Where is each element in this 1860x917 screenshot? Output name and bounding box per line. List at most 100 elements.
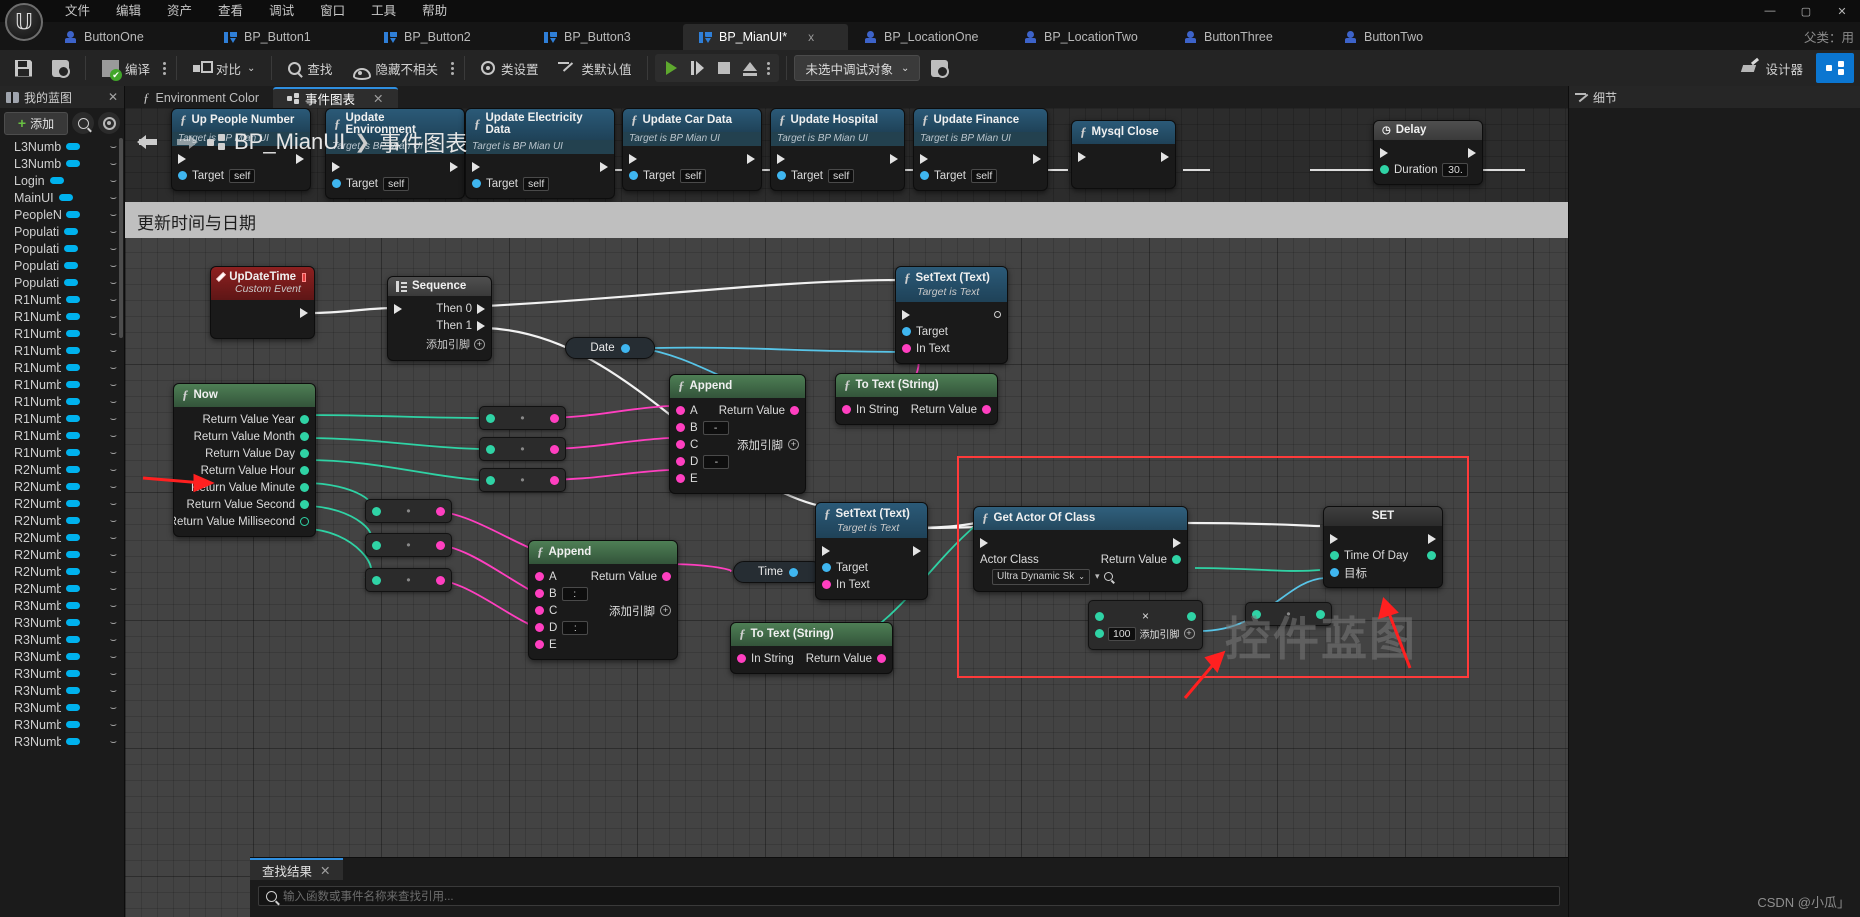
eye-closed-icon[interactable]: ⌣ <box>110 566 117 577</box>
eye-closed-icon[interactable]: ⌣ <box>110 515 117 526</box>
variable-row[interactable]: R2Numb ⌣ <box>0 580 124 597</box>
close-icon[interactable]: ✕ <box>373 91 383 106</box>
pin-exec-in[interactable] <box>326 158 464 175</box>
graph-tab-event-graph[interactable]: 事件图表 ✕ <box>273 87 398 108</box>
node-update-electricity-data[interactable]: ƒ Update Electricity Data Target is BP M… <box>465 108 615 199</box>
asset-tab-buttontwo[interactable]: ButtonTwo <box>1328 24 1488 50</box>
variable-list[interactable]: L3Numb ⌣ L3Numb ⌣ Login ⌣ MainUI ⌣ PeopleN ⌣ Popul… <box>0 138 124 917</box>
pin-target[interactable]: Target self <box>771 167 904 184</box>
eye-closed-icon[interactable]: ⌣ <box>110 668 117 679</box>
pin-dot[interactable] <box>300 466 309 475</box>
variable-row[interactable]: R2Numb ⌣ <box>0 529 124 546</box>
eye-closed-icon[interactable]: ⌣ <box>110 583 117 594</box>
compile-options-icon[interactable] <box>163 59 167 77</box>
breadcrumb-root[interactable]: BP_MianUI <box>234 129 345 155</box>
node-converter-5[interactable]: • <box>365 533 452 557</box>
diff-button[interactable]: 对比 ⌄ <box>184 53 264 83</box>
pin-e[interactable]: E <box>529 636 677 653</box>
play-options-icon[interactable] <box>767 59 771 77</box>
pin-exec-out[interactable] <box>211 304 314 321</box>
eye-closed-icon[interactable]: ⌣ <box>110 158 117 169</box>
eye-closed-icon[interactable]: ⌣ <box>110 226 117 237</box>
variable-row[interactable]: R3Numb ⌣ <box>0 665 124 682</box>
variable-row[interactable]: Populati ⌣ <box>0 223 124 240</box>
breadcrumb-leaf[interactable]: 事件图表 <box>379 126 467 158</box>
variable-row[interactable]: L3Numb ⌣ <box>0 155 124 172</box>
pin-out[interactable] <box>549 475 559 485</box>
plus-icon[interactable]: + <box>788 439 799 450</box>
pin-output[interactable]: Return Value Month <box>174 428 315 445</box>
node-settext-top[interactable]: ƒ SetText (Text) Target is Text Target I… <box>895 266 1008 364</box>
node-mysql-close[interactable]: ƒ Mysql Close <box>1071 120 1176 189</box>
eye-closed-icon[interactable]: ⌣ <box>110 702 117 713</box>
pin-in[interactable] <box>372 540 381 550</box>
pin-then1[interactable]: Then 1 <box>388 317 491 334</box>
eye-closed-icon[interactable]: ⌣ <box>110 345 117 356</box>
variable-row[interactable]: R1Numb ⌣ <box>0 342 124 359</box>
close-icon[interactable]: x <box>808 30 814 44</box>
eye-closed-icon[interactable]: ⌣ <box>110 549 117 560</box>
close-icon[interactable]: ✕ <box>320 863 330 878</box>
pin-dot[interactable] <box>300 415 309 424</box>
variable-row[interactable]: R2Numb ⌣ <box>0 563 124 580</box>
target-value[interactable]: self <box>679 168 707 183</box>
target-value[interactable]: self <box>228 168 256 183</box>
eye-closed-icon[interactable]: ⌣ <box>110 617 117 628</box>
pin-output[interactable]: Return Value Year <box>174 411 315 428</box>
hide-unrelated-button[interactable]: 隐藏不相关 <box>343 53 447 83</box>
eye-closed-icon[interactable]: ⌣ <box>110 141 117 152</box>
pin-out[interactable] <box>549 444 559 454</box>
node-update-finance[interactable]: ƒ Update Finance Target is BP Mian UI Ta… <box>913 108 1048 191</box>
pin-in[interactable] <box>372 575 381 585</box>
pin-exec-in[interactable] <box>466 158 614 175</box>
pin-dot[interactable] <box>300 449 309 458</box>
pin-out[interactable] <box>435 575 445 585</box>
variable-row[interactable]: R1Numb ⌣ <box>0 427 124 444</box>
pin-out[interactable] <box>549 413 559 423</box>
node-to-text-bottom[interactable]: ƒ To Text (String) In String Return Valu… <box>730 622 893 674</box>
pin-exec-in[interactable] <box>914 150 1047 167</box>
menu-tools[interactable]: 工具 <box>358 0 409 22</box>
add-pin-label[interactable]: 添加引脚 <box>609 603 655 619</box>
asset-tab-bp-button2[interactable]: BP_Button2 <box>368 24 528 50</box>
menu-debug[interactable]: 调试 <box>256 0 307 22</box>
eye-closed-icon[interactable]: ⌣ <box>110 430 117 441</box>
eye-closed-icon[interactable]: ⌣ <box>110 294 117 305</box>
node-sequence[interactable]: Sequence Then 0 Then 1 添加引脚 + <box>387 276 492 361</box>
close-button[interactable]: ✕ <box>1824 0 1860 22</box>
class-defaults-button[interactable]: 类默认值 <box>549 53 640 83</box>
pin-b[interactable]: B - <box>670 419 805 436</box>
pin-out[interactable] <box>435 540 445 550</box>
eye-closed-icon[interactable]: ⌣ <box>110 192 117 203</box>
menu-file[interactable]: 文件 <box>52 0 103 22</box>
pin-c[interactable]: C 添加引脚 + <box>529 602 677 619</box>
eye-closed-icon[interactable]: ⌣ <box>110 277 117 288</box>
pin-b[interactable]: B : <box>529 585 677 602</box>
node-settext-bottom[interactable]: ƒ SetText (Text) Target is Text Target I… <box>815 502 928 600</box>
eye-closed-icon[interactable]: ⌣ <box>110 685 117 696</box>
pin-in[interactable] <box>372 506 381 516</box>
menu-window[interactable]: 窗口 <box>307 0 358 22</box>
variable-row[interactable]: R1Numb ⌣ <box>0 376 124 393</box>
node-append-top[interactable]: ƒ Append A Return Value B - C 添加引脚 + D -… <box>669 374 806 494</box>
compile-button[interactable]: 编译 <box>93 53 159 83</box>
asset-tab-bp-locationtwo[interactable]: BP_LocationTwo <box>1008 24 1168 50</box>
pin-output[interactable]: Return Value Minute <box>174 479 315 496</box>
graph-tab-environment-color[interactable]: ƒ Environment Color <box>129 87 273 108</box>
eye-closed-icon[interactable]: ⌣ <box>110 651 117 662</box>
menu-assets[interactable]: 资产 <box>154 0 205 22</box>
variable-row[interactable]: R2Numb ⌣ <box>0 461 124 478</box>
pin-in-string[interactable]: In String Return Value <box>836 401 997 418</box>
pin-target[interactable]: Target self <box>914 167 1047 184</box>
pin-d-value[interactable]: : <box>562 620 589 635</box>
eject-button[interactable] <box>739 57 761 79</box>
variable-row[interactable]: Login ⌣ <box>0 172 124 189</box>
step-button[interactable] <box>687 57 709 79</box>
variable-row[interactable]: R3Numb ⌣ <box>0 699 124 716</box>
menu-edit[interactable]: 编辑 <box>103 0 154 22</box>
node-date-reroute[interactable]: Date <box>565 337 655 359</box>
graph-button[interactable] <box>1816 53 1854 83</box>
eye-closed-icon[interactable]: ⌣ <box>110 634 117 645</box>
asset-tab-buttonone[interactable]: ButtonOne <box>48 24 208 50</box>
add-button[interactable]: + 添加 <box>4 111 68 135</box>
